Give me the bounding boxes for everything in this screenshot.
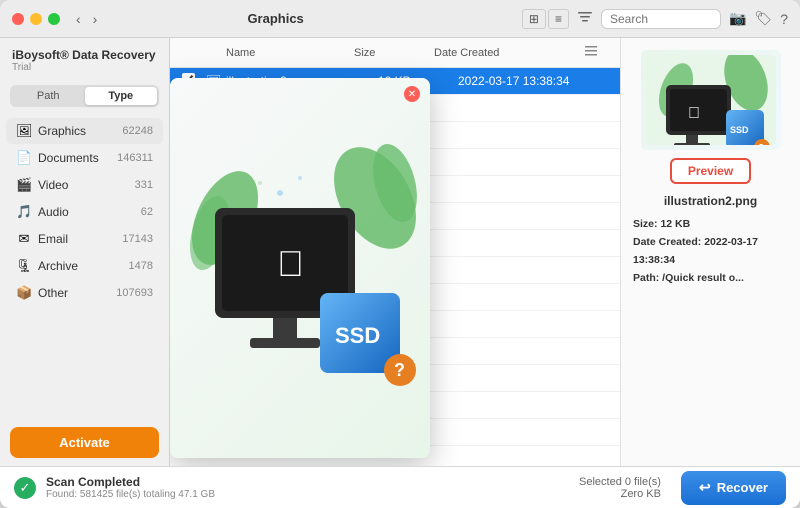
selected-size-label: Zero KB <box>579 488 661 500</box>
svg-text:?: ? <box>758 143 764 145</box>
list-view-button[interactable]: ≡ <box>548 9 569 29</box>
activate-button[interactable]: Activate <box>10 427 159 458</box>
checkmark-icon: ✓ <box>20 480 31 496</box>
size-value: 12 KB <box>660 218 690 230</box>
recover-label: Recover <box>717 480 768 495</box>
sidebar-count-email: 17143 <box>122 233 153 245</box>
bottom-bar: ✓ Scan Completed Found: 581425 file(s) t… <box>0 466 800 508</box>
path-value: /Quick result o... <box>662 272 744 284</box>
main-content: iBoysoft® Data Recovery Trial Path Type … <box>0 38 800 466</box>
tab-path[interactable]: Path <box>12 87 85 105</box>
preview-meta: Size: 12 KB Date Created: 2022-03-17 13:… <box>633 216 788 287</box>
sidebar-count-archive: 1478 <box>129 260 153 272</box>
grid-view-button[interactable]: ⊞ <box>522 9 546 29</box>
recover-button[interactable]: ↩ Recover <box>681 471 786 505</box>
window-title: Graphics <box>29 11 522 26</box>
scan-title: Scan Completed <box>46 475 569 489</box>
recover-icon: ↩ <box>699 479 711 496</box>
app-trial: Trial <box>12 62 157 73</box>
preview-overlay: ✕  <box>170 78 430 458</box>
camera-icon: 📷 <box>729 10 746 27</box>
view-toggle: ⊞ ≡ <box>522 9 569 29</box>
path-label: Path: <box>633 272 659 284</box>
close-button[interactable] <box>12 13 24 25</box>
file-list-header: Name Size Date Created <box>170 38 620 68</box>
sidebar-item-video[interactable]: 🎬 Video 331 <box>6 172 163 198</box>
selected-files-label: Selected 0 file(s) <box>579 476 661 488</box>
tag-icon: 🏷 <box>754 10 772 27</box>
sidebar-items: 🖼 Graphics 62248 📄 Documents 146311 🎬 Vi… <box>0 113 169 419</box>
sidebar-count-graphics: 62248 <box>122 125 153 137</box>
right-panel:  SSD ? Preview illustration2 <box>620 38 800 466</box>
main-window: ‹ › Graphics ⊞ ≡ 📷 🏷 ? <box>0 0 800 508</box>
sidebar-label-video: Video <box>38 178 129 192</box>
svg-text::  <box>277 243 304 284</box>
sidebar-label-other: Other <box>38 286 110 300</box>
date-label: Date Created: <box>633 236 701 248</box>
date-meta: Date Created: 2022-03-17 13:38:34 <box>633 234 788 270</box>
preview-thumbnail:  SSD ? <box>641 50 781 150</box>
archive-icon: 🗜 <box>16 258 32 274</box>
sidebar-header: iBoysoft® Data Recovery Trial <box>0 38 169 79</box>
filter-button[interactable] <box>577 9 593 28</box>
sidebar-label-graphics: Graphics <box>38 124 116 138</box>
file-area: Name Size Date Created 🖼 illustration2.p… <box>170 38 620 466</box>
scan-subtitle: Found: 581425 file(s) totaling 47.1 GB <box>46 489 569 500</box>
sidebar-item-graphics[interactable]: 🖼 Graphics 62248 <box>6 118 163 144</box>
scan-text: Scan Completed Found: 581425 file(s) tot… <box>46 475 569 500</box>
selected-info: Selected 0 file(s) Zero KB <box>579 476 661 500</box>
svg-text:?: ? <box>394 360 405 380</box>
preview-close-button[interactable]: ✕ <box>404 86 420 102</box>
search-input[interactable] <box>601 9 721 29</box>
preview-image:  SSD <box>170 78 430 458</box>
sidebar-item-email[interactable]: ✉ Email 17143 <box>6 226 163 252</box>
file-date: 2022-03-17 13:38:34 <box>458 74 608 88</box>
video-icon: 🎬 <box>16 177 32 193</box>
sidebar-count-video: 331 <box>135 179 153 191</box>
sidebar-tabs: Path Type <box>10 85 159 107</box>
other-icon: 📦 <box>16 285 32 301</box>
preview-button[interactable]: Preview <box>670 158 751 184</box>
audio-icon: 🎵 <box>16 204 32 220</box>
svg-text:SSD: SSD <box>335 323 380 348</box>
titlebar-right: ⊞ ≡ 📷 🏷 ? <box>522 9 788 29</box>
filter-icon <box>577 9 593 25</box>
sidebar: iBoysoft® Data Recovery Trial Path Type … <box>0 38 170 466</box>
svg-text:SSD: SSD <box>730 125 749 135</box>
help-icon: ? <box>780 11 788 27</box>
sidebar-label-documents: Documents <box>38 151 111 165</box>
thumb-illustration:  SSD ? <box>646 55 776 145</box>
sidebar-item-documents[interactable]: 📄 Documents 146311 <box>6 145 163 171</box>
action-col-header <box>584 44 608 61</box>
sidebar-label-archive: Archive <box>38 259 123 273</box>
sidebar-item-other[interactable]: 📦 Other 107693 <box>6 280 163 306</box>
sidebar-count-audio: 62 <box>141 206 153 218</box>
graphics-icon: 🖼 <box>16 123 32 139</box>
email-icon: ✉ <box>16 231 32 247</box>
app-title: iBoysoft® Data Recovery <box>12 48 157 62</box>
scan-complete-icon: ✓ <box>14 477 36 499</box>
tab-type[interactable]: Type <box>85 87 158 105</box>
size-meta: Size: 12 KB <box>633 216 788 234</box>
sidebar-item-archive[interactable]: 🗜 Archive 1478 <box>6 253 163 279</box>
sidebar-item-audio[interactable]: 🎵 Audio 62 <box>6 199 163 225</box>
sidebar-count-other: 107693 <box>116 287 153 299</box>
size-label: Size: <box>633 218 658 230</box>
preview-filename: illustration2.png <box>664 194 757 208</box>
size-col-header: Size <box>354 47 434 59</box>
svg-text::  <box>688 105 700 122</box>
date-col-header: Date Created <box>434 47 584 59</box>
sidebar-label-audio: Audio <box>38 205 135 219</box>
path-meta: Path: /Quick result o... <box>633 270 788 288</box>
documents-icon: 📄 <box>16 150 32 166</box>
illustration-svg:  SSD <box>180 138 420 398</box>
sidebar-count-documents: 146311 <box>117 152 153 164</box>
titlebar: ‹ › Graphics ⊞ ≡ 📷 🏷 ? <box>0 0 800 38</box>
name-col-header: Name <box>226 47 354 59</box>
sidebar-label-email: Email <box>38 232 116 246</box>
